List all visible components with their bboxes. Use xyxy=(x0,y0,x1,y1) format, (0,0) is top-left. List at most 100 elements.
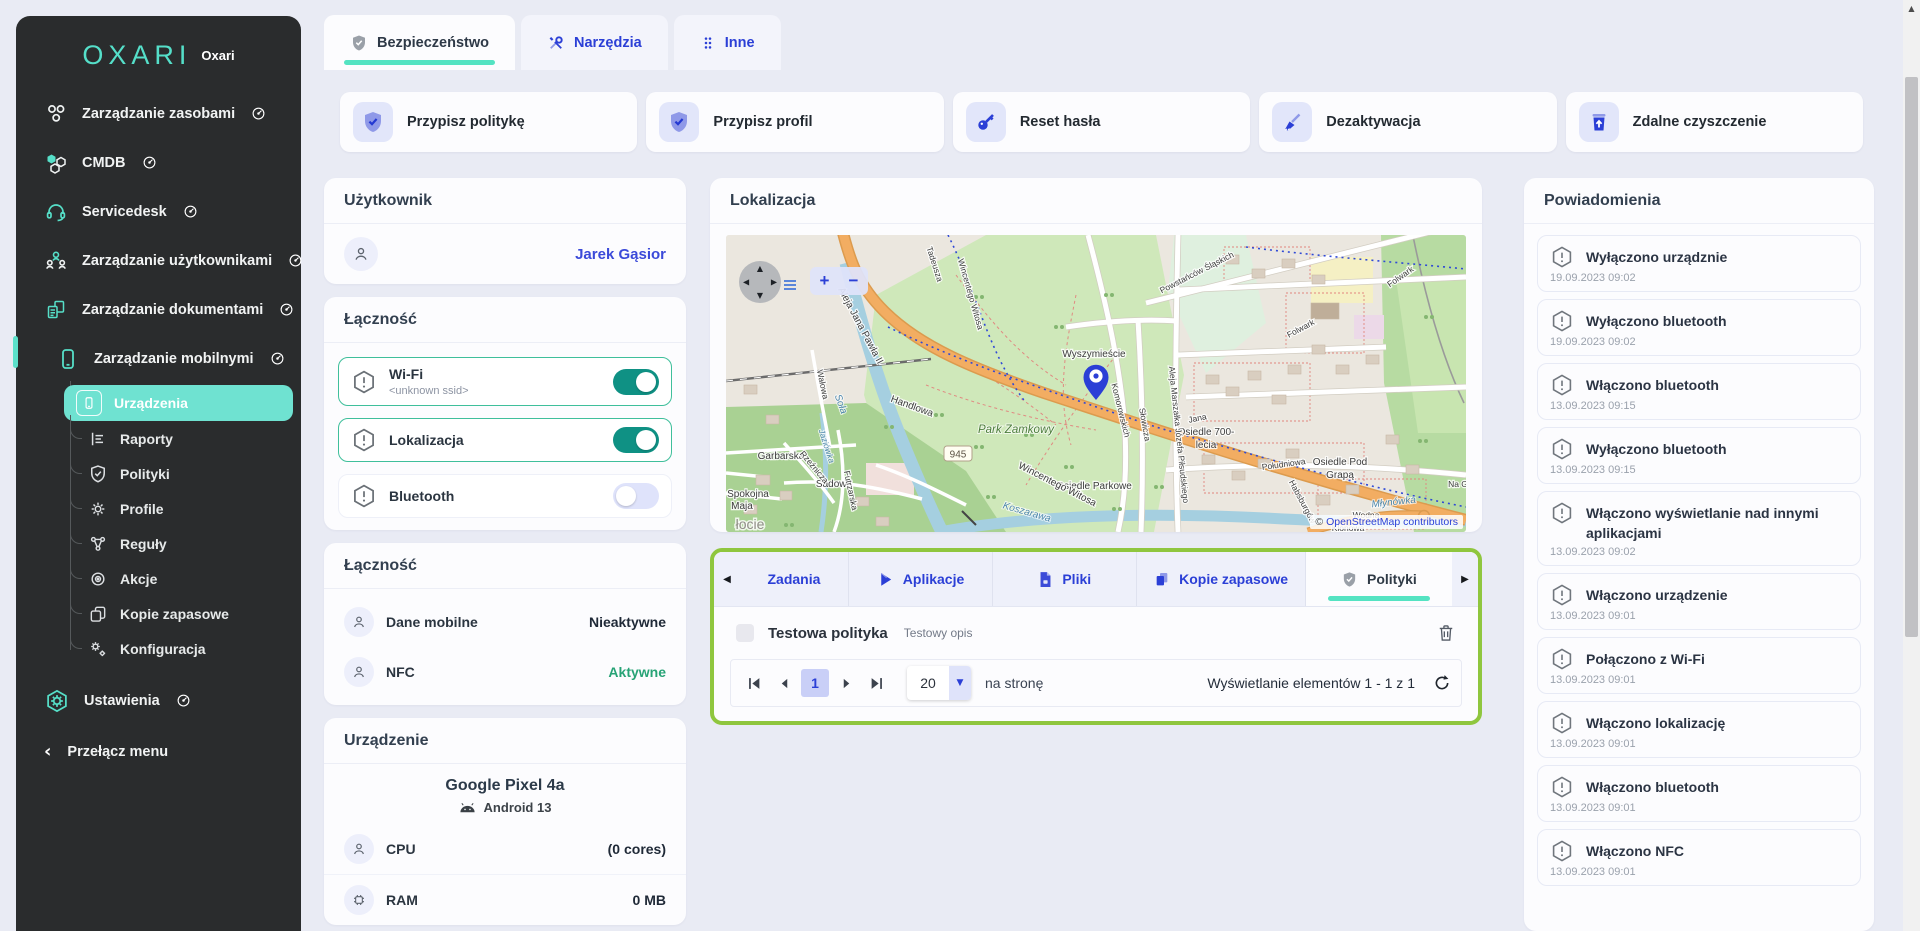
sidebar-item-label: Zarządzanie użytkownikami xyxy=(82,253,272,269)
notification-item[interactable]: Włączono urządzenie 13.09.2023 09:01 xyxy=(1537,573,1861,630)
active-section-indicator xyxy=(13,336,18,368)
sidebar-item-cmdb[interactable]: CMDB xyxy=(16,138,301,187)
row-checkbox[interactable] xyxy=(736,624,754,642)
sidebar-item-settings[interactable]: Ustawienia xyxy=(16,676,301,725)
svg-text:łocie: łocie xyxy=(736,516,765,532)
location-toggle[interactable] xyxy=(613,427,659,453)
map-pan-control[interactable]: ▲ ▼ ◀ ▶ xyxy=(739,261,781,303)
tab-inne[interactable]: Inne xyxy=(674,15,781,70)
scrollbar-thumb[interactable] xyxy=(1905,77,1918,637)
pagination-bar: 1 20 ▼ na stronę Wyświetlanie elementów … xyxy=(730,659,1462,707)
notification-item[interactable]: Włączono NFC 13.09.2023 09:01 xyxy=(1537,829,1861,886)
svg-text:Osiedle Pod: Osiedle Pod xyxy=(1313,457,1367,468)
ram-row: RAM 0 MB xyxy=(324,874,686,925)
notification-time: 19.09.2023 09:02 xyxy=(1550,336,1848,348)
delete-policy-button[interactable] xyxy=(1436,623,1456,643)
notification-item[interactable]: Włączono bluetooth 13.09.2023 09:01 xyxy=(1537,765,1861,822)
toggle-menu-button[interactable]: ‹ Przełącz menu xyxy=(16,725,301,762)
current-page-button[interactable]: 1 xyxy=(801,669,829,697)
notification-time: 13.09.2023 09:01 xyxy=(1550,738,1848,750)
attribution-link[interactable]: OpenStreetMap contributors xyxy=(1326,516,1458,528)
sidebar-item-devices[interactable]: Urządzenia xyxy=(64,385,293,421)
next-page-button[interactable] xyxy=(833,670,859,696)
tree-connector xyxy=(70,485,82,509)
key-icon xyxy=(966,102,1006,142)
detail-tab-aplikacje[interactable]: Aplikacje xyxy=(848,552,992,606)
pan-right-icon[interactable]: ▶ xyxy=(771,278,777,287)
tab-bezpieczenstwo[interactable]: Bezpieczeństwo xyxy=(324,15,515,70)
pan-down-icon[interactable]: ▼ xyxy=(757,291,763,300)
notification-item[interactable]: Włączono bluetooth 13.09.2023 09:15 xyxy=(1537,363,1861,420)
sidebar-item-profiles[interactable]: Profile xyxy=(16,491,301,526)
sidebar-item-rules[interactable]: Reguły xyxy=(16,526,301,561)
page-scrollbar[interactable]: ▲ xyxy=(1903,0,1920,931)
notification-title: Wyłączono bluetooth xyxy=(1586,437,1727,460)
detail-tab-zadania[interactable]: Zadania xyxy=(740,552,848,606)
sidebar-item-mobile-management[interactable]: Zarządzanie mobilnymi xyxy=(16,334,301,383)
sidebar-item-configuration[interactable]: Konfiguracja xyxy=(16,631,301,666)
last-page-button[interactable] xyxy=(863,670,889,696)
notification-item[interactable]: Wyłączono bluetooth 13.09.2023 09:15 xyxy=(1537,427,1861,484)
gauge-icon xyxy=(183,204,198,219)
page-size-select[interactable]: 20 ▼ xyxy=(907,666,971,700)
sidebar-item-actions[interactable]: Akcje xyxy=(16,561,301,596)
zoom-out-button[interactable]: − xyxy=(839,267,868,295)
sidebar-item-servicedesk[interactable]: Servicedesk xyxy=(16,187,301,236)
tabs-scroll-left-button[interactable]: ◀ xyxy=(714,552,740,606)
sidebar-item-documents[interactable]: Zarządzanie dokumentami xyxy=(16,285,301,334)
tree-connector xyxy=(70,555,82,579)
detail-tab-pliki[interactable]: Pliki xyxy=(992,552,1136,606)
notification-item[interactable]: Włączono wyświetlanie nad innymi aplikac… xyxy=(1537,491,1861,566)
page-size-value: 20 xyxy=(907,675,949,691)
tab-narzedzia[interactable]: Narzędzia xyxy=(521,15,668,70)
status-value: Nieaktywne xyxy=(589,614,666,630)
svg-text:Garbarska: Garbarska xyxy=(758,451,805,462)
grid-dots-icon xyxy=(700,35,716,51)
wifi-row: Wi-Fi <unknown ssid> xyxy=(338,357,672,406)
notification-item[interactable]: Włączono lokalizację 13.09.2023 09:01 xyxy=(1537,701,1861,758)
assign-profile-button[interactable]: Przypisz profil xyxy=(646,92,943,152)
zoom-in-button[interactable]: + xyxy=(810,267,839,295)
deactivate-button[interactable]: Dezaktywacja xyxy=(1259,92,1556,152)
remote-wipe-button[interactable]: Zdalne czyszczenie xyxy=(1566,92,1863,152)
assign-policy-button[interactable]: Przypisz politykę xyxy=(340,92,637,152)
gears-icon xyxy=(88,639,108,659)
first-page-button[interactable] xyxy=(741,670,767,696)
detail-tab-label: Aplikacje xyxy=(903,571,964,587)
sidebar-item-backups[interactable]: Kopie zapasowe xyxy=(16,596,301,631)
sidebar-item-label: Reguły xyxy=(120,536,167,552)
bluetooth-toggle[interactable] xyxy=(613,483,659,509)
device-card: Urządzenie Google Pixel 4a Android 13 CP… xyxy=(324,718,686,925)
hexagon-alert-icon xyxy=(351,427,377,453)
sidebar-item-assets[interactable]: Zarządzanie zasobami xyxy=(16,89,301,138)
pan-up-icon[interactable]: ▲ xyxy=(757,264,763,273)
sidebar-item-policies[interactable]: Polityki xyxy=(16,456,301,491)
tree-connector xyxy=(70,415,82,439)
wifi-toggle[interactable] xyxy=(613,369,659,395)
sidebar-item-users[interactable]: Zarządzanie użytkownikami xyxy=(16,236,301,285)
notification-item[interactable]: Połączono z Wi-Fi 13.09.2023 09:01 xyxy=(1537,637,1861,694)
sidebar-item-label: Zarządzanie zasobami xyxy=(82,106,235,122)
shield-check-icon xyxy=(353,102,393,142)
sidebar-item-reports[interactable]: Raporty xyxy=(16,421,301,456)
notifications-card: Powiadomienia Wyłączono urządznie 19.09.… xyxy=(1524,178,1874,931)
policy-table-row[interactable]: Testowa polityka Testowy opis xyxy=(714,607,1478,656)
notification-item[interactable]: Wyłączono urządznie 19.09.2023 09:02 xyxy=(1537,235,1861,292)
headset-icon xyxy=(44,200,68,224)
user-name-link[interactable]: Jarek Gąsior xyxy=(575,246,666,263)
cmdb-icon xyxy=(44,151,68,175)
tabs-scroll-right-button[interactable]: ▶ xyxy=(1452,552,1478,606)
hexagon-alert-icon xyxy=(1550,775,1574,799)
reset-password-button[interactable]: Reset hasła xyxy=(953,92,1250,152)
pan-left-icon[interactable]: ◀ xyxy=(743,278,749,287)
detail-tab-label: Kopie zapasowe xyxy=(1179,571,1288,587)
row-label: CPU xyxy=(386,841,416,857)
detail-tab-kopie-zapasowe[interactable]: Kopie zapasowe xyxy=(1136,552,1304,606)
refresh-button[interactable] xyxy=(1433,674,1451,692)
detail-tab-polityki[interactable]: Polityki xyxy=(1305,552,1452,606)
nfc-row: NFC Aktywne xyxy=(324,647,686,705)
scrollbar-up-arrow[interactable]: ▲ xyxy=(1908,4,1914,13)
notification-item[interactable]: Wyłączono bluetooth 19.09.2023 09:02 xyxy=(1537,299,1861,356)
prev-page-button[interactable] xyxy=(771,670,797,696)
row-value: (0 cores) xyxy=(608,841,666,857)
